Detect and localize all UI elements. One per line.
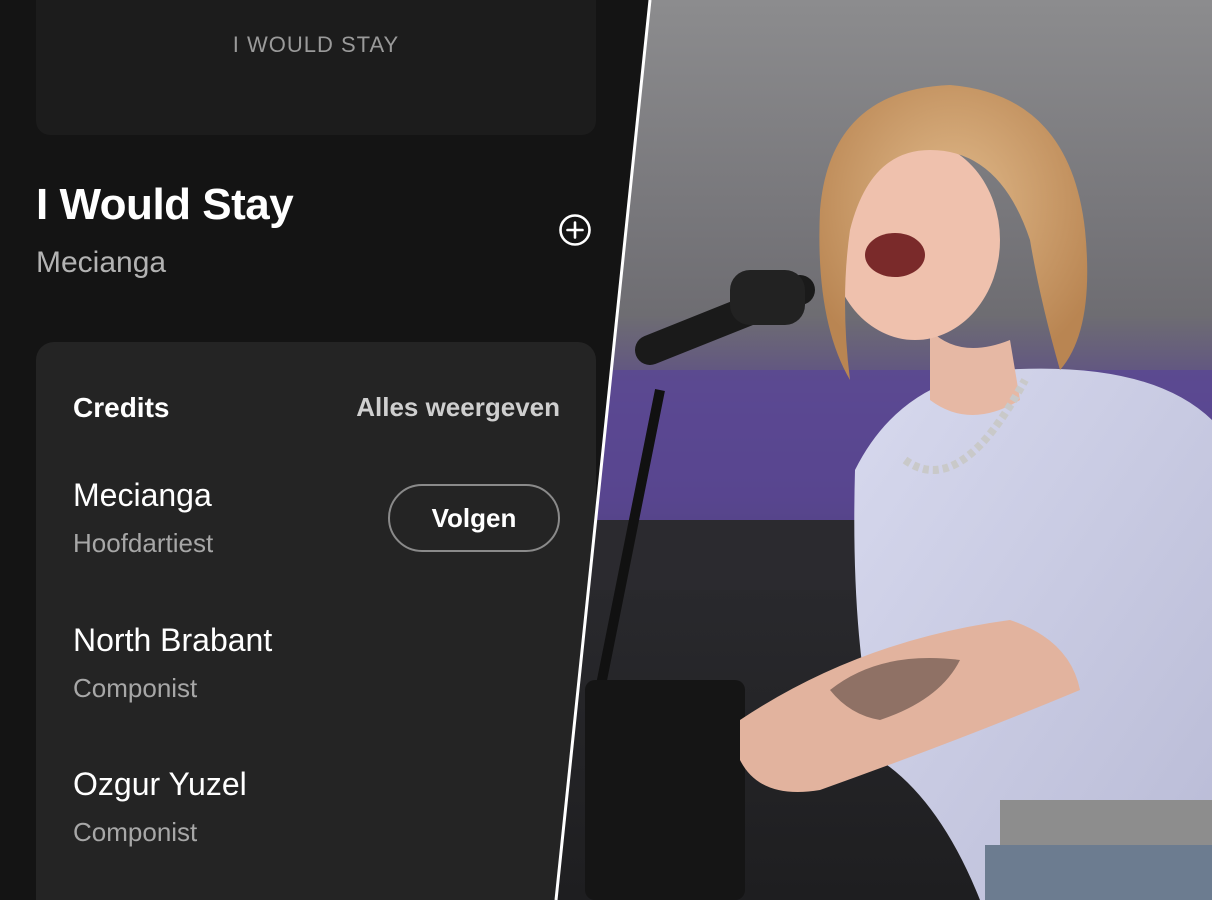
collage-stage: I WOULD STAY I Would Stay Mecianga Credi… [0,0,1212,900]
diagonal-divider [554,0,652,900]
